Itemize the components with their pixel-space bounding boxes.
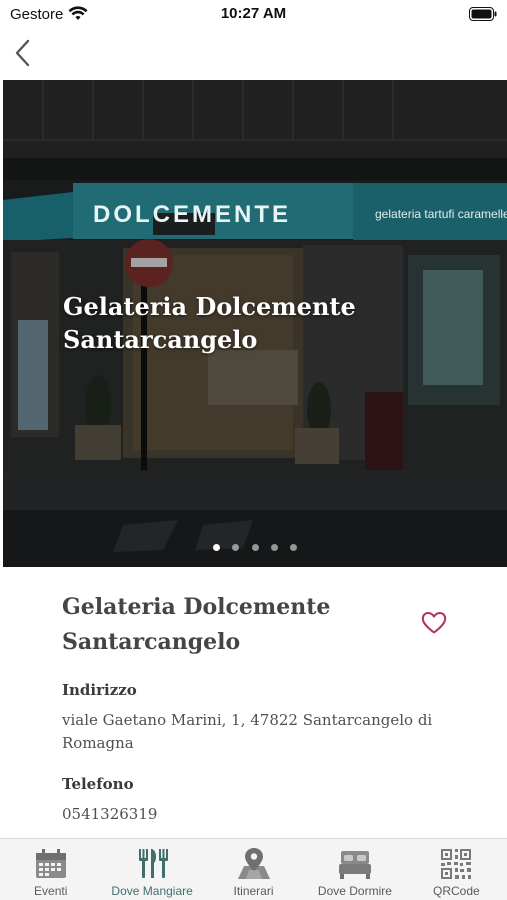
- shop-sign-text: DOLCEMENTE: [93, 201, 291, 228]
- page-dot-5[interactable]: [290, 544, 298, 551]
- phone-label: Telefono: [62, 775, 134, 793]
- address-value: viale Gaetano Marini, 1, 47822 Santarcan…: [62, 711, 433, 752]
- heart-icon[interactable]: [421, 611, 447, 635]
- page-dot-4[interactable]: [270, 544, 278, 551]
- tab-label-itinerari: Itinerari: [233, 884, 274, 898]
- qrcode-icon: [441, 849, 472, 879]
- page-dot-2[interactable]: [232, 544, 240, 551]
- address-label: Indirizzo: [62, 681, 137, 699]
- page-indicator[interactable]: [3, 538, 507, 556]
- tab-dove-mangiare[interactable]: Dove Mangiare: [101, 839, 202, 900]
- tab-itinerari[interactable]: Itinerari: [203, 839, 304, 900]
- tab-label-dove-dormire: Dove Dormire: [317, 884, 392, 898]
- map-pin-icon: [237, 848, 270, 879]
- tab-qrcode[interactable]: QRCode: [406, 839, 507, 900]
- fork-knife-icon: [139, 849, 169, 878]
- photo-carousel[interactable]: DOLCEMENTE gelateria tartufi caramelle G…: [3, 80, 507, 567]
- tab-eventi[interactable]: Eventi: [0, 839, 101, 900]
- page-dot-1[interactable]: [212, 544, 220, 551]
- page-dot-3[interactable]: [251, 544, 259, 551]
- shop-side-sign-text: gelateria tartufi caramelle: [375, 207, 507, 221]
- tab-label-eventi: Eventi: [34, 884, 68, 898]
- back-chevron-icon[interactable]: [12, 38, 36, 68]
- status-bar: Gestore 10:27 AM: [0, 0, 507, 30]
- phone-value[interactable]: 0541326319: [62, 803, 452, 826]
- tab-label-dove-mangiare: Dove Mangiare: [111, 884, 193, 898]
- calendar-icon: [35, 849, 66, 878]
- battery-icon: [469, 7, 497, 21]
- place-name: Gelateria Dolcemente Santarcangelo: [62, 594, 331, 655]
- hero-title: Gelateria Dolcemente Santarcangelo: [63, 292, 356, 354]
- tab-dove-dormire[interactable]: Dove Dormire: [304, 839, 405, 900]
- tab-label-qrcode: QRCode: [432, 884, 480, 898]
- clock: 10:27 AM: [220, 5, 287, 22]
- tab-bar: Eventi Dove Mangiare Itinerari Dove Dorm…: [0, 838, 507, 900]
- bed-icon: [338, 851, 371, 879]
